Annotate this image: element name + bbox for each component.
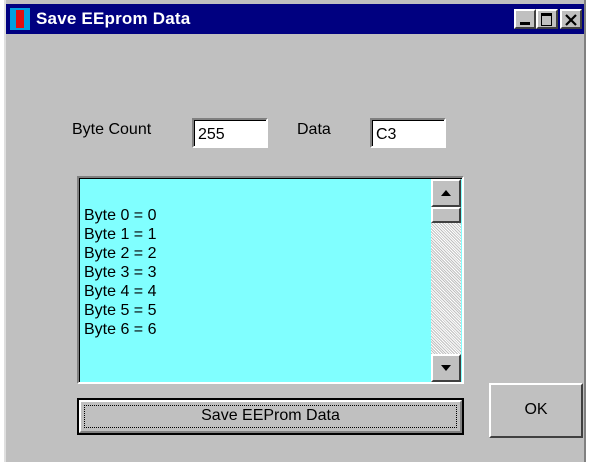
app-icon[interactable] (10, 8, 30, 30)
ok-label: OK (524, 401, 548, 418)
byte-listbox[interactable]: Byte 0 = 0 Byte 1 = 1 Byte 2 = 2 Byte 3 … (77, 176, 464, 384)
ok-button[interactable]: OK (489, 383, 583, 438)
scroll-down-button[interactable] (431, 354, 461, 382)
list-item[interactable]: Byte 3 = 3 (84, 263, 157, 282)
minimize-icon (520, 22, 530, 25)
list-item[interactable]: Byte 0 = 0 (84, 206, 157, 225)
save-eeprom-button[interactable]: Save EEProm Data (77, 398, 464, 435)
maximize-button[interactable] (536, 9, 558, 29)
list-item[interactable]: Byte 5 = 5 (84, 301, 157, 320)
arrow-down-icon (441, 365, 451, 371)
minimize-button[interactable] (514, 9, 536, 29)
save-eeprom-label: Save EEProm Data (201, 407, 340, 424)
dialog-window: Save EEprom Data Byte Count 255 Data C3 … (4, 0, 586, 462)
list-item[interactable]: Byte 2 = 2 (84, 244, 157, 263)
arrow-up-icon (441, 190, 451, 196)
close-button[interactable] (560, 9, 582, 29)
byte-count-label: Byte Count (72, 121, 152, 138)
list-item[interactable]: Byte 6 = 6 (84, 320, 157, 339)
scroll-thumb[interactable] (431, 207, 461, 223)
data-label: Data (297, 121, 331, 138)
maximize-icon (541, 13, 552, 26)
window-title: Save EEprom Data (36, 9, 191, 28)
data-field[interactable]: C3 (370, 118, 446, 148)
byte-count-field[interactable]: 255 (192, 118, 268, 148)
title-bar[interactable]: Save EEprom Data (6, 4, 584, 34)
vertical-scrollbar[interactable] (431, 179, 461, 382)
list-item[interactable]: Byte 1 = 1 (84, 225, 157, 244)
list-item[interactable]: Byte 4 = 4 (84, 282, 157, 301)
byte-list: Byte 0 = 0 Byte 1 = 1 Byte 2 = 2 Byte 3 … (84, 206, 157, 339)
close-icon (565, 14, 577, 26)
scroll-up-button[interactable] (431, 179, 461, 207)
